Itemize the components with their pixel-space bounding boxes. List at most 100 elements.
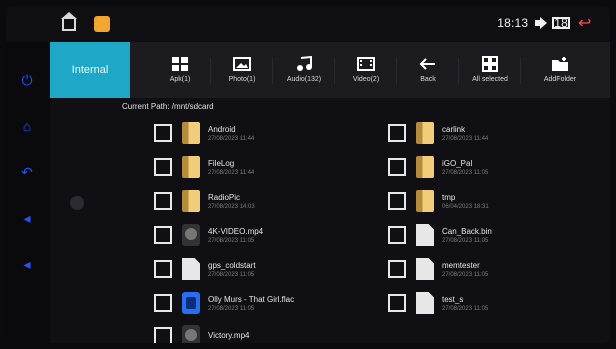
file-date: 27/08/2023 11:05: [442, 271, 489, 278]
checkbox[interactable]: [154, 192, 172, 210]
checkbox[interactable]: [154, 260, 172, 278]
tool-add-folder[interactable]: AddFolder: [528, 42, 592, 98]
folder-icon: [416, 122, 434, 144]
checkbox[interactable]: [388, 124, 406, 142]
list-item[interactable]: 4K-VIDEO.mp4 27/08/2023 11:05: [154, 220, 263, 250]
grid-icon: [481, 56, 499, 72]
list-item[interactable]: memtester 27/08/2023 11:05: [388, 254, 488, 284]
volume-icon: [534, 17, 548, 29]
checkbox[interactable]: [154, 294, 172, 312]
checkbox[interactable]: [154, 124, 172, 142]
file-meta: FileLog 27/08/2023 11:44: [208, 159, 254, 176]
file-date: 06/04/2023 18:31: [442, 203, 489, 210]
file-name: tmp: [442, 192, 456, 202]
list-item[interactable]: Android 27/08/2023 11:44: [154, 118, 254, 148]
file-name: gps_coldstart: [208, 260, 256, 270]
app-icon[interactable]: [94, 16, 110, 32]
file-name: FileLog: [208, 158, 235, 168]
home-side-icon[interactable]: ⌂: [19, 118, 35, 134]
folder-icon: [182, 156, 200, 178]
tool-add-folder-label: AddFolder: [543, 76, 577, 83]
folder-icon: [182, 190, 200, 212]
file-date: 27/08/2023 11:05: [208, 271, 255, 278]
list-item[interactable]: FileLog 27/08/2023 11:44: [154, 152, 254, 182]
file-meta: 4K-VIDEO.mp4 27/08/2023 11:05: [208, 227, 263, 244]
file-name: test_s: [442, 294, 464, 304]
file-meta: RadioPic 27/08/2023 14:03: [208, 193, 255, 210]
file-date: 27/08/2023 11:44: [208, 169, 255, 176]
checkbox[interactable]: [154, 226, 172, 244]
file-name: Can_Back.bin: [442, 226, 492, 236]
checkbox[interactable]: [388, 226, 406, 244]
file-icon: [416, 224, 434, 246]
checkbox[interactable]: [388, 260, 406, 278]
list-item[interactable]: iGO_Pal 27/08/2023 11:05: [388, 152, 488, 182]
tool-audio[interactable]: Audio(132): [272, 42, 336, 98]
checkbox[interactable]: [154, 327, 172, 343]
file-meta: memtester 27/08/2023 11:05: [442, 261, 488, 278]
checkbox[interactable]: [388, 192, 406, 210]
tool-video-label: Video(2): [352, 76, 380, 83]
file-meta: gps_coldstart 27/08/2023 11:05: [208, 261, 256, 278]
tool-audio-label: Audio(132): [286, 76, 322, 83]
video-file-icon: [182, 224, 200, 246]
file-date: 27/08/2023 11:05: [442, 169, 489, 176]
file-toolbar: Internal Apk(1) Photo(1) Audio(132) Vide…: [50, 42, 610, 98]
file-meta: Android 27/08/2023 11:44: [208, 125, 254, 142]
file-meta: test_s 27/08/2023 11:05: [442, 295, 488, 312]
file-name: Android: [208, 124, 236, 134]
back-side-icon[interactable]: ↶: [19, 164, 35, 180]
list-item[interactable]: test_s 27/08/2023 11:05: [388, 288, 488, 318]
checkbox[interactable]: [388, 294, 406, 312]
file-meta: iGO_Pal 27/08/2023 11:05: [442, 159, 488, 176]
screen: 18:13 18 ↩ ⏻ ⌂ ↶ ◂ ◂ Internal Apk(1) Pho…: [6, 6, 610, 343]
file-name: 4K-VIDEO.mp4: [208, 226, 264, 236]
file-meta: carlink 27/08/2023 11:44: [442, 125, 488, 142]
list-item[interactable]: RadioPic 27/08/2023 14:03: [154, 186, 255, 216]
file-date: 27/08/2023 14:03: [208, 203, 255, 210]
recent-apps-icon[interactable]: [552, 17, 570, 29]
tool-photo-label: Photo(1): [228, 76, 256, 83]
tool-all-selected[interactable]: All selected: [458, 42, 522, 98]
file-name: carlink: [442, 124, 466, 134]
system-back-icon[interactable]: ↩: [578, 16, 594, 32]
file-meta: Olly Murs - That Girl.flac 27/08/2023 11…: [208, 295, 294, 312]
file-date: 27/08/2023 11:05: [442, 237, 489, 244]
video-icon: [357, 56, 375, 72]
file-meta: tmp 06/04/2023 18:31: [442, 193, 489, 210]
music-note-icon: [295, 55, 313, 72]
checkbox[interactable]: [388, 158, 406, 176]
volume-down-icon[interactable]: ◂: [19, 210, 35, 226]
list-item[interactable]: gps_coldstart 27/08/2023 11:05: [154, 254, 256, 284]
folder-icon: [416, 190, 434, 212]
audio-file-icon: [182, 292, 200, 314]
tool-photo[interactable]: Photo(1): [210, 42, 274, 98]
add-folder-icon: [551, 56, 569, 72]
list-item[interactable]: Olly Murs - That Girl.flac 27/08/2023 11…: [154, 288, 294, 318]
tool-video[interactable]: Video(2): [334, 42, 398, 98]
left-sidebar: ⏻ ⌂ ↶ ◂ ◂: [6, 42, 50, 343]
tool-back[interactable]: Back: [396, 42, 460, 98]
list-item[interactable]: carlink 27/08/2023 11:44: [388, 118, 488, 148]
power-icon[interactable]: ⏻: [19, 72, 35, 88]
file-date: 27/08/2023 11:05: [208, 305, 255, 312]
tool-apk[interactable]: Apk(1): [148, 42, 212, 98]
tab-internal[interactable]: Internal: [50, 42, 130, 98]
separator: [520, 58, 521, 84]
file-name: iGO_Pal: [442, 158, 473, 168]
volume-up-icon[interactable]: ◂: [19, 256, 35, 272]
apk-icon: [171, 56, 189, 72]
file-name: Victory.mp4: [208, 330, 250, 340]
file-date: 27/08/2023 11:44: [208, 135, 255, 142]
checkbox[interactable]: [154, 158, 172, 176]
home-icon[interactable]: [61, 12, 77, 31]
file-date: 27/08/2023 11:05: [442, 305, 489, 312]
list-item[interactable]: Can_Back.bin 27/08/2023 11:05: [388, 220, 492, 250]
file-list: Android 27/08/2023 11:44 FileLog 27/08/2…: [50, 110, 610, 343]
arrow-left-icon: [419, 56, 437, 72]
file-icon: [182, 258, 200, 280]
list-item[interactable]: tmp 06/04/2023 18:31: [388, 186, 489, 216]
clock: 18:13: [497, 16, 529, 30]
list-item[interactable]: Victory.mp4: [154, 321, 250, 343]
file-name: RadioPic: [208, 192, 241, 202]
